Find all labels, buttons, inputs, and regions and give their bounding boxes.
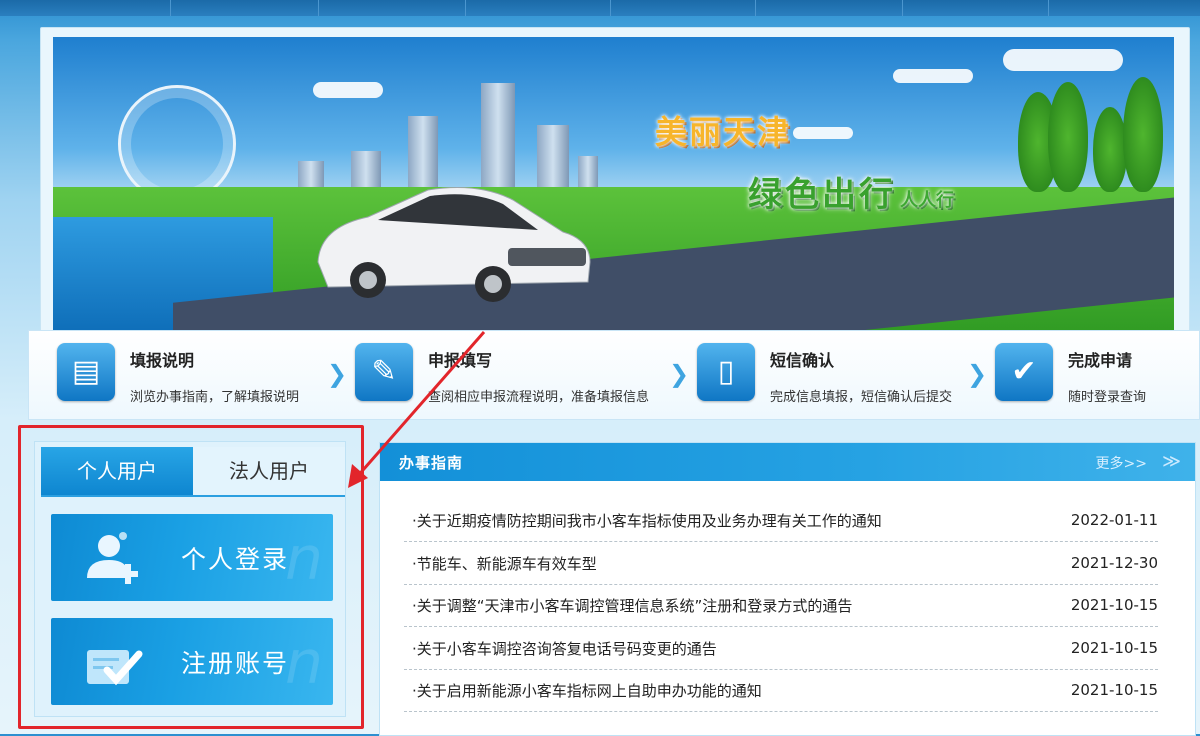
banner-slogan-1: 美丽天津 (655, 113, 792, 151)
news-item[interactable]: ·关于近期疫情防控期间我市小客车指标使用及业务办理有关工作的通知 2022-01… (404, 499, 1158, 542)
news-item[interactable]: ·关于调整“天津市小客车调控管理信息系统”注册和登录方式的通告 2021-10-… (404, 584, 1158, 627)
top-bar (0, 0, 1200, 16)
chevron-right-icon: ❯ (327, 360, 348, 388)
service-guide-panel: 办事指南 更多>> ≫ ·关于近期疫情防控期间我市小客车指标使用及业务办理有关工… (379, 442, 1196, 736)
news-item[interactable]: ·关于小客车调控咨询答复电话号码变更的通告 2021-10-15 (404, 627, 1158, 670)
chevron-right-icon: ❯ (967, 360, 988, 388)
car-image (317, 187, 591, 302)
register-form-icon (87, 650, 143, 686)
personal-login-button[interactable]: n 个人登录 (51, 514, 333, 601)
checkmark-icon: ✔ (995, 343, 1053, 401)
section-title: 办事指南 (399, 454, 464, 472)
process-steps: ▤ 填报说明 浏览办事指南，了解填报说明 ❯ ✎ 申报填写 查阅相应申报流程说明… (28, 330, 1200, 420)
news-item[interactable]: ·关于启用新能源小客车指标网上自助申办功能的通知 2021-10-15 (404, 669, 1158, 712)
add-user-icon (87, 532, 138, 584)
banner-slogan-2: 绿色出行 人人行 (748, 175, 954, 215)
ferris-wheel (118, 85, 236, 203)
tab-personal-user[interactable]: 个人用户 (41, 447, 193, 495)
double-chevron-icon: ≫ (1162, 451, 1181, 472)
chevron-right-icon: ❯ (669, 360, 690, 388)
service-guide-header: 办事指南 更多>> ≫ (380, 443, 1195, 481)
register-account-button[interactable]: n 注册账号 (51, 618, 333, 705)
more-link[interactable]: 更多>> (1096, 453, 1147, 473)
login-panel: 个人用户 法人用户 n 个人登录 n 注册账号 (34, 441, 346, 717)
document-icon: ▤ (57, 343, 115, 401)
banner-image: 美丽天津 绿色出行 人人行 (53, 37, 1174, 331)
news-item[interactable]: ·节能车、新能源车有效车型 2021-12-30 (404, 542, 1158, 585)
edit-form-icon: ✎ (355, 343, 413, 401)
tab-corporate-user[interactable]: 法人用户 (193, 447, 345, 495)
phone-icon: ▯ (697, 343, 755, 401)
